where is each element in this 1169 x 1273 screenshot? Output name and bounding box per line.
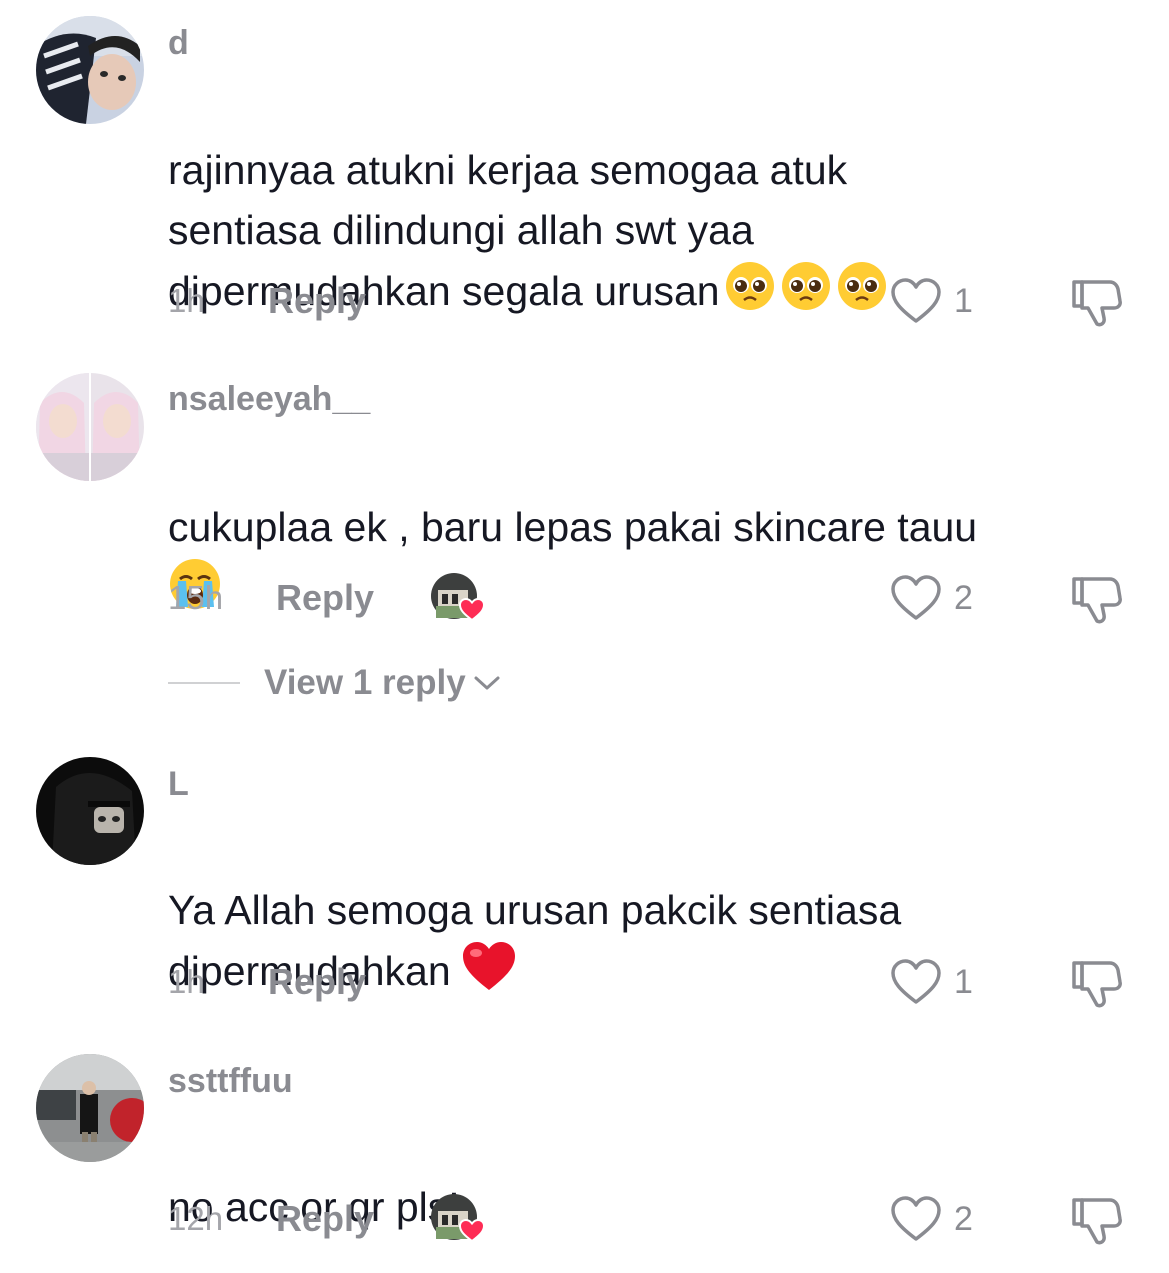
comment-username[interactable]: L (168, 765, 189, 804)
comment-body: cukuplaa ek , baru lepas pakai skincare … (168, 504, 978, 550)
like-count: 2 (954, 1199, 973, 1238)
reply-button[interactable]: Reply (268, 961, 366, 1003)
thumbs-down-icon (1072, 577, 1122, 624)
reply-button[interactable]: Reply (276, 577, 374, 619)
like-button[interactable]: 1 (890, 957, 973, 1007)
heart-outline-icon (891, 1196, 941, 1241)
comment-timestamp: 1h (168, 963, 205, 1000)
pleading-face-emoji (836, 260, 888, 328)
like-count: 2 (954, 578, 973, 617)
replies-divider (168, 682, 240, 684)
pleading-face-emoji (780, 260, 832, 328)
avatar[interactable] (36, 1054, 144, 1162)
pleading-face-emoji (724, 260, 776, 328)
like-count: 1 (954, 281, 973, 320)
view-replies-button[interactable]: View 1 reply (168, 661, 502, 705)
chevron-down-icon (474, 676, 500, 690)
like-count: 1 (954, 962, 973, 1001)
heart-outline-icon (891, 575, 941, 620)
comment-timestamp: 1h (168, 282, 205, 319)
comment-timestamp: 15h (168, 579, 224, 616)
heart-outline-icon (891, 959, 941, 1004)
dislike-button[interactable] (1068, 573, 1124, 625)
thumbs-down-icon (1072, 961, 1122, 1008)
avatar[interactable] (36, 757, 144, 865)
like-button[interactable]: 1 (890, 276, 973, 326)
thumbs-down-icon (1072, 1198, 1122, 1245)
avatar[interactable] (36, 373, 144, 481)
like-button[interactable]: 2 (890, 573, 973, 623)
creator-liked-badge (430, 572, 486, 622)
creator-liked-badge (430, 1193, 486, 1243)
dislike-button[interactable] (1068, 276, 1124, 328)
comment-timestamp: 12h (168, 1200, 224, 1237)
reply-button[interactable]: Reply (268, 280, 366, 322)
avatar[interactable] (36, 16, 144, 124)
comment-username[interactable]: nsaleeyah__ (168, 380, 370, 419)
comment-username[interactable]: d (168, 24, 189, 63)
heart-outline-icon (891, 278, 941, 323)
dislike-button[interactable] (1068, 1194, 1124, 1246)
like-button[interactable]: 2 (890, 1194, 973, 1244)
comment-username[interactable]: ssttffuu (168, 1062, 293, 1101)
dislike-button[interactable] (1068, 957, 1124, 1009)
view-replies-label: View 1 reply (264, 663, 466, 702)
thumbs-down-icon (1072, 280, 1122, 327)
reply-button[interactable]: Reply (276, 1198, 374, 1240)
red-heart-emoji (461, 940, 517, 1008)
